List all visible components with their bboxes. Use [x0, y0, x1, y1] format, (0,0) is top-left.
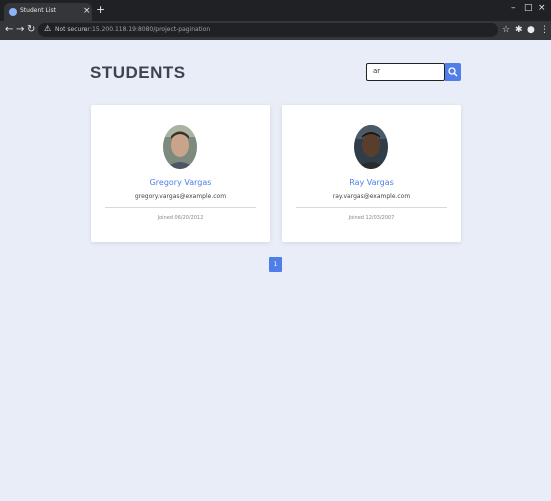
tab-close-icon[interactable]: ×: [83, 5, 91, 17]
forward-icon[interactable]: →: [16, 23, 24, 37]
browser-toolbar: ← → ↻ ⚠ Not secure ar:15.200.118.19:8080…: [0, 21, 551, 40]
divider: [296, 207, 447, 208]
profile-icon[interactable]: ●: [527, 24, 535, 36]
joined-date: Joined 12/03/2007: [348, 215, 395, 221]
menu-icon[interactable]: ⋮: [540, 24, 549, 36]
student-name[interactable]: Ray Vargas: [282, 178, 461, 187]
student-name[interactable]: Gregory Vargas: [91, 178, 270, 187]
browser-titlebar: Student List × + – □ ×: [0, 0, 551, 21]
close-window-icon[interactable]: ×: [538, 2, 546, 14]
bookmark-star-icon[interactable]: ☆: [502, 24, 510, 36]
tab-favicon-icon: [9, 8, 17, 16]
not-secure-icon: ⚠: [44, 24, 52, 33]
student-email: ray.vargas@example.com: [332, 193, 411, 200]
search-input-value: ar: [373, 67, 381, 75]
minimize-icon[interactable]: –: [511, 2, 516, 14]
student-card[interactable]: Gregory Vargas gregory.vargas@example.co…: [91, 105, 270, 242]
reload-icon[interactable]: ↻: [27, 23, 35, 37]
browser-tab[interactable]: Student List ×: [4, 3, 92, 21]
page-title: STUDENTS: [90, 63, 186, 82]
url-text: ar:15.200.118.19:8080/project-pagination: [84, 26, 211, 33]
pagination-page-button[interactable]: 1: [269, 257, 282, 272]
avatar: [163, 125, 197, 169]
tab-title: Student List: [20, 7, 57, 14]
student-email: gregory.vargas@example.com: [134, 193, 227, 200]
extensions-icon[interactable]: ✱: [515, 24, 523, 36]
new-tab-icon[interactable]: +: [96, 4, 105, 16]
divider: [105, 207, 256, 208]
search-icon: [448, 67, 458, 77]
search-input[interactable]: ar: [366, 63, 445, 81]
student-card[interactable]: Ray Vargas ray.vargas@example.com Joined…: [282, 105, 461, 242]
avatar: [354, 125, 388, 169]
joined-date: Joined 06/20/2012: [157, 215, 204, 221]
search-button[interactable]: [445, 63, 461, 81]
not-secure-label: Not secure: [55, 26, 88, 33]
maximize-icon[interactable]: □: [524, 2, 533, 14]
address-bar[interactable]: ⚠ Not secure ar:15.200.118.19:8080/proje…: [38, 23, 498, 37]
back-icon[interactable]: ←: [5, 23, 13, 37]
